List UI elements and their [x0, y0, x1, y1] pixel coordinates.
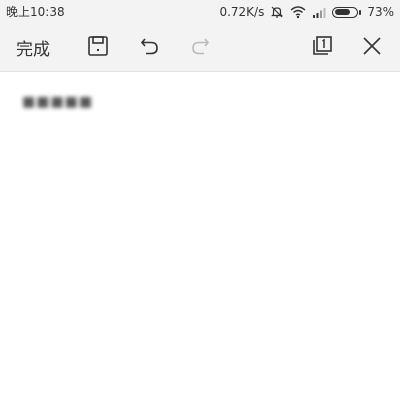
save-icon — [87, 35, 109, 61]
undo-icon — [139, 35, 161, 61]
status-time: 晚上10:38 — [6, 5, 65, 19]
redo-button[interactable] — [186, 24, 214, 71]
close-icon — [361, 35, 383, 61]
undo-button[interactable] — [136, 24, 164, 71]
battery-icon — [332, 6, 362, 18]
save-button[interactable] — [84, 24, 112, 71]
network-speed: 0.72K/s — [219, 5, 265, 19]
editor-toolbar: 完成 — [0, 24, 400, 72]
signal-icon — [312, 6, 326, 18]
copy-icon — [311, 35, 333, 61]
alarm-off-icon — [270, 5, 284, 19]
done-button[interactable]: 完成 — [16, 24, 50, 71]
note-text: ■■■■■ — [22, 94, 94, 110]
redo-icon — [189, 35, 211, 61]
status-indicators: 0.72K/s 73% — [219, 0, 394, 24]
battery-percent: 73% — [367, 5, 394, 19]
editor-content[interactable]: ■■■■■ — [0, 72, 400, 400]
close-button[interactable] — [358, 24, 386, 71]
copy-button[interactable] — [308, 24, 336, 71]
status-bar: 晚上10:38 0.72K/s 73% — [0, 0, 400, 24]
wifi-icon — [290, 5, 306, 19]
